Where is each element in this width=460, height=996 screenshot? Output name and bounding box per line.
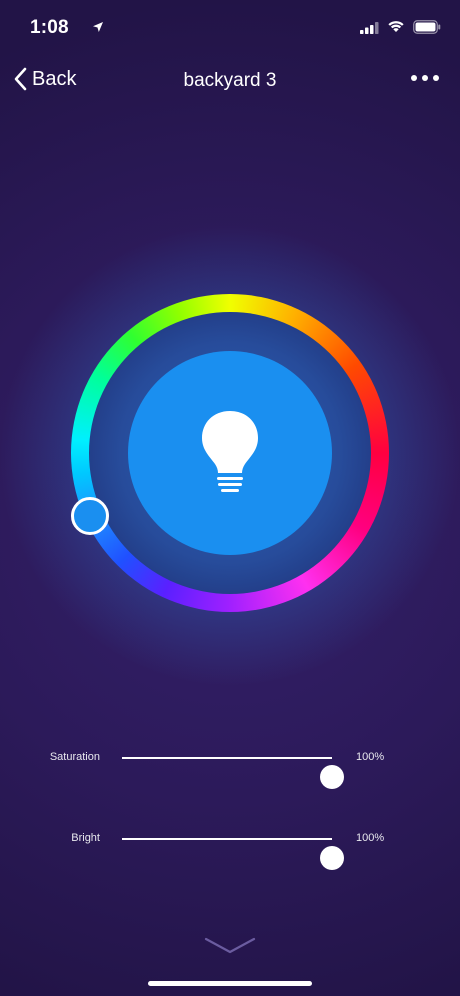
brightness-label: Bright bbox=[71, 832, 100, 844]
lightbulb-icon bbox=[202, 411, 258, 492]
saturation-value: 100% bbox=[356, 751, 385, 763]
home-indicator[interactable] bbox=[148, 981, 312, 986]
saturation-slider-track[interactable] bbox=[122, 757, 344, 789]
battery-icon bbox=[413, 20, 441, 34]
status-time: 1:08 bbox=[30, 17, 69, 38]
saturation-slider-row: Saturation 100% bbox=[0, 738, 460, 789]
brightness-slider-track[interactable] bbox=[122, 838, 344, 870]
page-title: backyard 3 bbox=[183, 70, 277, 91]
location-arrow-icon bbox=[93, 22, 103, 32]
power-toggle-button[interactable] bbox=[128, 351, 332, 555]
status-bar: 1:08 bbox=[0, 0, 460, 54]
cellular-signal-icon bbox=[360, 22, 379, 34]
color-wheel[interactable] bbox=[71, 294, 389, 612]
navigation-bar: Back backyard 3 bbox=[0, 58, 460, 104]
chevron-down-icon[interactable] bbox=[204, 936, 256, 956]
wifi-icon bbox=[388, 21, 404, 32]
more-horizontal-icon[interactable] bbox=[410, 74, 440, 82]
brightness-slider-thumb[interactable] bbox=[320, 846, 344, 870]
brightness-value: 100% bbox=[356, 832, 385, 844]
saturation-label: Saturation bbox=[49, 751, 100, 763]
brightness-slider-row: Bright 100% bbox=[0, 819, 460, 870]
saturation-slider-thumb[interactable] bbox=[320, 765, 344, 789]
color-picker-handle[interactable] bbox=[71, 497, 109, 535]
